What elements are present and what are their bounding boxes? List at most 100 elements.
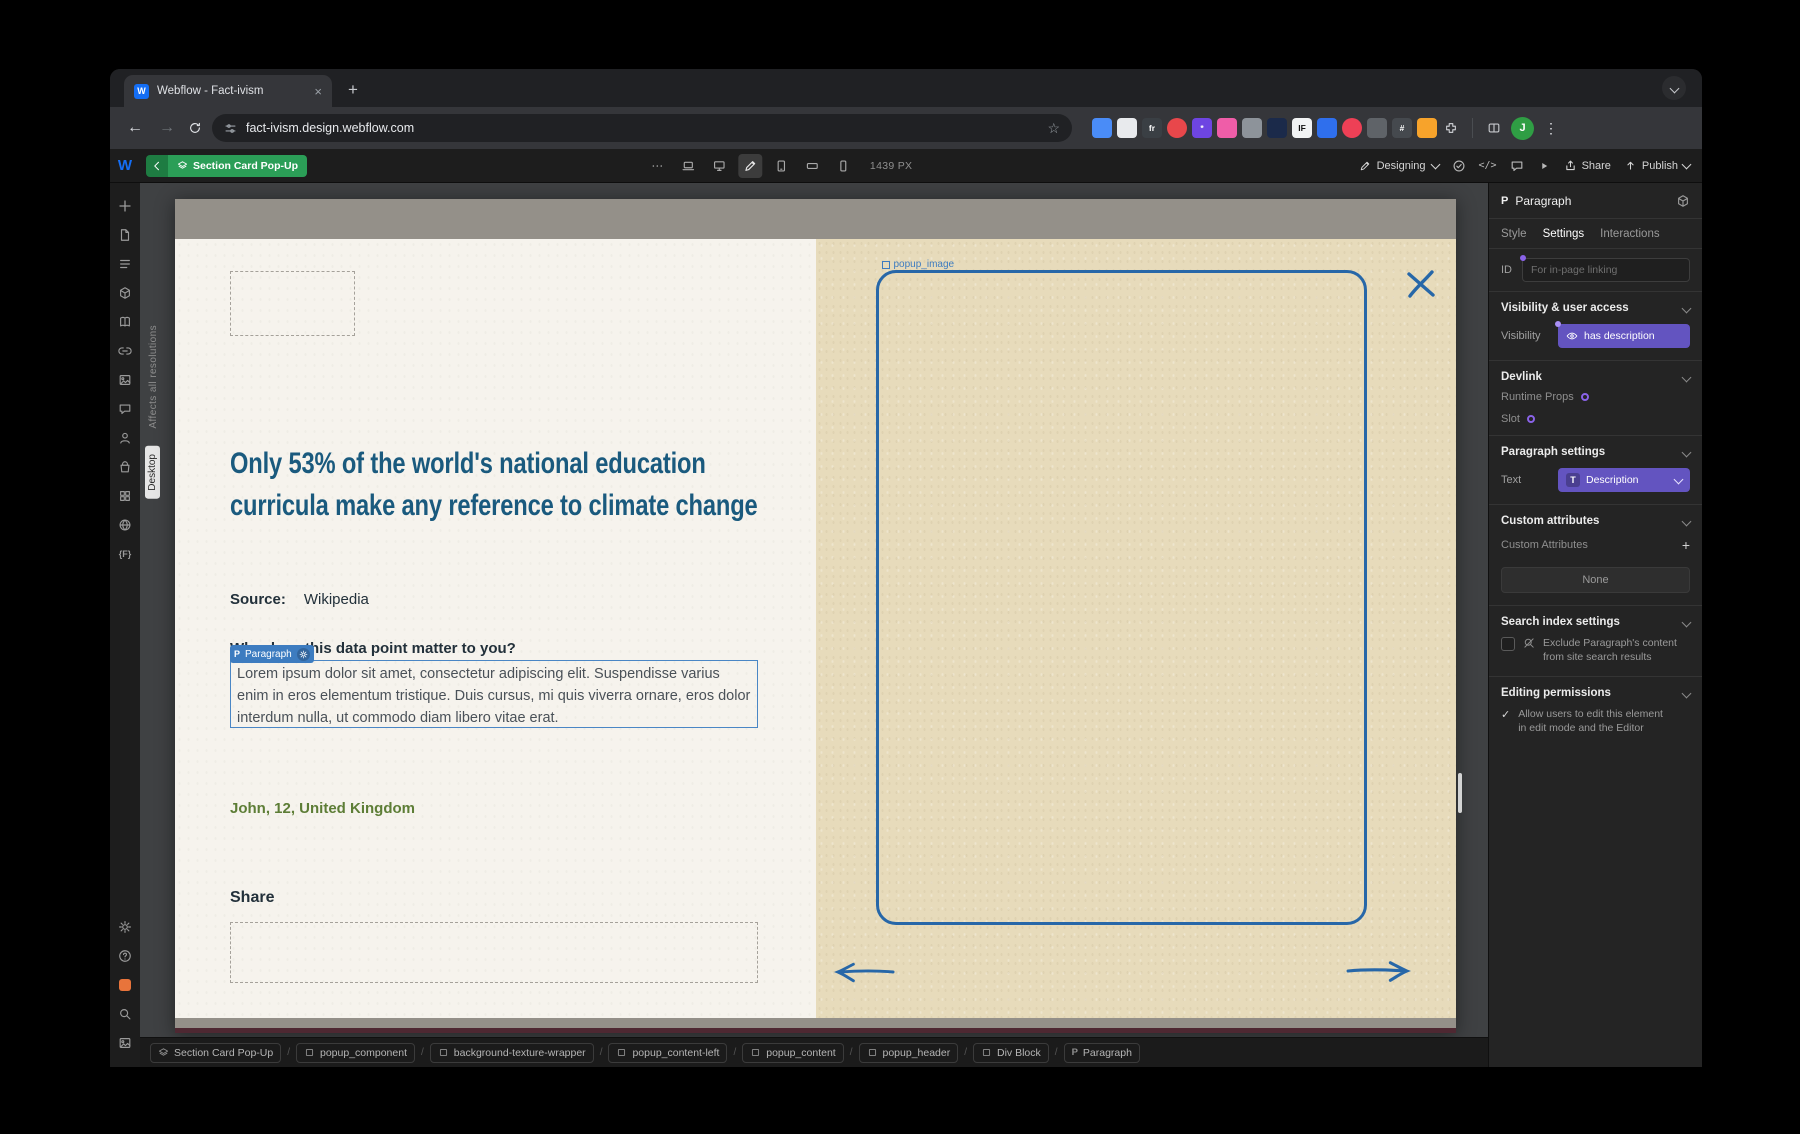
source-value[interactable]: Wikipedia — [304, 591, 369, 608]
libraries-icon[interactable] — [113, 307, 137, 336]
extension-icon[interactable]: * — [1192, 118, 1212, 138]
source-label[interactable]: Source: — [230, 591, 286, 608]
code-variables-icon[interactable]: {F} — [113, 539, 137, 568]
extension-icon[interactable] — [1167, 118, 1187, 138]
media-icon[interactable] — [113, 1028, 137, 1057]
apps-icon[interactable] — [113, 510, 137, 539]
popup-image-element-label[interactable]: popup_image — [882, 259, 955, 270]
share-heading[interactable]: Share — [230, 889, 274, 907]
extension-icon[interactable] — [1367, 118, 1387, 138]
section-header-devlink[interactable]: Devlink — [1489, 361, 1702, 391]
pages-icon[interactable] — [113, 220, 137, 249]
section-header-visibility[interactable]: Visibility & user access — [1489, 292, 1702, 322]
help-icon[interactable] — [113, 941, 137, 970]
breakpoint-current-icon[interactable] — [738, 154, 762, 178]
breadcrumb-item[interactable]: Section Card Pop-Up — [150, 1043, 281, 1063]
split-view-icon[interactable] — [1487, 121, 1501, 135]
tab-search-button[interactable] — [1662, 76, 1686, 100]
extension-icon[interactable] — [1242, 118, 1262, 138]
popup-close-icon[interactable] — [1404, 267, 1438, 301]
element-settings-gear-icon[interactable] — [297, 648, 310, 661]
visibility-value-dropdown[interactable]: has description — [1558, 324, 1690, 348]
audit-check-icon[interactable] — [1452, 159, 1466, 173]
checkmark-icon[interactable]: ✓ — [1501, 708, 1510, 721]
publish-button[interactable]: Publish — [1624, 159, 1690, 172]
binding-ring-icon[interactable] — [1527, 415, 1535, 423]
add-attribute-button[interactable]: + — [1682, 537, 1690, 553]
breakpoint-desktop-tab[interactable]: Desktop — [145, 446, 160, 499]
share-buttons-placeholder[interactable] — [230, 922, 758, 983]
next-arrow-icon[interactable] — [1345, 959, 1411, 983]
new-tab-button[interactable]: + — [340, 77, 366, 103]
tab-settings[interactable]: Settings — [1543, 228, 1585, 240]
extension-icon[interactable] — [1117, 118, 1137, 138]
breakpoint-phone-icon[interactable] — [831, 154, 855, 178]
cms-icon[interactable] — [113, 481, 137, 510]
section-header-custom-attributes[interactable]: Custom attributes — [1489, 505, 1702, 535]
browser-menu-icon[interactable]: ⋮ — [1544, 120, 1558, 137]
site-settings-icon[interactable] — [224, 122, 237, 135]
users-icon[interactable] — [113, 423, 137, 452]
breadcrumb-item[interactable]: popup_component — [296, 1043, 415, 1063]
extension-icon[interactable]: fr — [1142, 118, 1162, 138]
add-elements-icon[interactable] — [113, 191, 137, 220]
breadcrumb-item[interactable]: popup_content — [742, 1043, 843, 1063]
search-icon[interactable] — [113, 999, 137, 1028]
ecommerce-icon[interactable] — [113, 452, 137, 481]
navigator-icon[interactable] — [113, 249, 137, 278]
text-binding-dropdown[interactable]: T Description — [1558, 468, 1690, 492]
comments-icon[interactable] — [1510, 159, 1524, 173]
section-header-paragraph-settings[interactable]: Paragraph settings — [1489, 436, 1702, 466]
extension-icon[interactable] — [1342, 118, 1362, 138]
extensions-puzzle-icon[interactable] — [1444, 121, 1458, 135]
marketplace-icon[interactable] — [113, 970, 137, 999]
back-button[interactable]: ← — [124, 119, 146, 137]
extension-icon[interactable] — [1267, 118, 1287, 138]
profile-avatar[interactable]: J — [1511, 117, 1534, 140]
extension-icon[interactable] — [1417, 118, 1437, 138]
extension-icon[interactable] — [1317, 118, 1337, 138]
mode-dropdown[interactable]: Designing — [1359, 160, 1439, 172]
more-breakpoints-icon[interactable] — [645, 154, 669, 178]
browser-tab[interactable]: W Webflow - Fact-ivism × — [124, 75, 332, 107]
extension-icon[interactable]: # — [1392, 118, 1412, 138]
extension-icon[interactable] — [1092, 118, 1112, 138]
design-canvas[interactable]: Affects all resolutions Desktop Only 53%… — [140, 183, 1488, 1037]
section-header-editing-permissions[interactable]: Editing permissions — [1489, 677, 1702, 707]
settings-icon[interactable] — [113, 912, 137, 941]
breadcrumb-item[interactable]: Div Block — [973, 1043, 1049, 1063]
popup-heading[interactable]: Only 53% of the world's national educati… — [230, 443, 767, 527]
refresh-button[interactable] — [188, 121, 202, 135]
breadcrumb-item[interactable]: popup_header — [859, 1043, 959, 1063]
bookmark-star-icon[interactable]: ☆ — [1047, 120, 1060, 137]
binding-ring-icon[interactable] — [1581, 393, 1589, 401]
tab-interactions[interactable]: Interactions — [1600, 228, 1659, 240]
logo-placeholder-box[interactable] — [230, 271, 355, 336]
exclude-search-checkbox[interactable] — [1501, 637, 1515, 651]
code-export-icon[interactable]: </> — [1479, 160, 1497, 171]
extension-icon[interactable]: IF — [1292, 118, 1312, 138]
assets-icon[interactable] — [113, 365, 137, 394]
breakpoint-desktop-icon[interactable] — [707, 154, 731, 178]
selected-paragraph[interactable]: Lorem ipsum dolor sit amet, consectetur … — [230, 660, 758, 728]
tab-close-icon[interactable]: × — [314, 84, 322, 99]
canvas-scrollbar[interactable] — [1458, 773, 1462, 813]
breakpoint-phone-landscape-icon[interactable] — [800, 154, 824, 178]
breakpoint-laptop-icon[interactable] — [676, 154, 700, 178]
breadcrumb-item-paragraph[interactable]: PParagraph — [1064, 1043, 1140, 1063]
webflow-logo-icon[interactable]: W — [110, 157, 140, 174]
selected-element-badge[interactable]: P Paragraph — [230, 645, 314, 663]
id-input[interactable] — [1522, 258, 1690, 282]
current-page-chip[interactable]: Section Card Pop-Up — [168, 155, 307, 177]
previous-arrow-icon[interactable] — [834, 961, 896, 983]
address-bar[interactable]: fact-ivism.design.webflow.com ☆ — [212, 114, 1072, 142]
breadcrumb-item[interactable]: popup_content-left — [608, 1043, 727, 1063]
components-icon[interactable] — [113, 278, 137, 307]
tab-style[interactable]: Style — [1501, 228, 1527, 240]
popup-content-left[interactable]: Only 53% of the world's national educati… — [175, 239, 816, 1018]
extension-icon[interactable] — [1217, 118, 1237, 138]
exit-page-back-icon[interactable] — [146, 155, 168, 177]
create-component-icon[interactable] — [1676, 194, 1690, 208]
popup-image-frame[interactable] — [876, 270, 1367, 925]
section-header-search-index[interactable]: Search index settings — [1489, 606, 1702, 636]
